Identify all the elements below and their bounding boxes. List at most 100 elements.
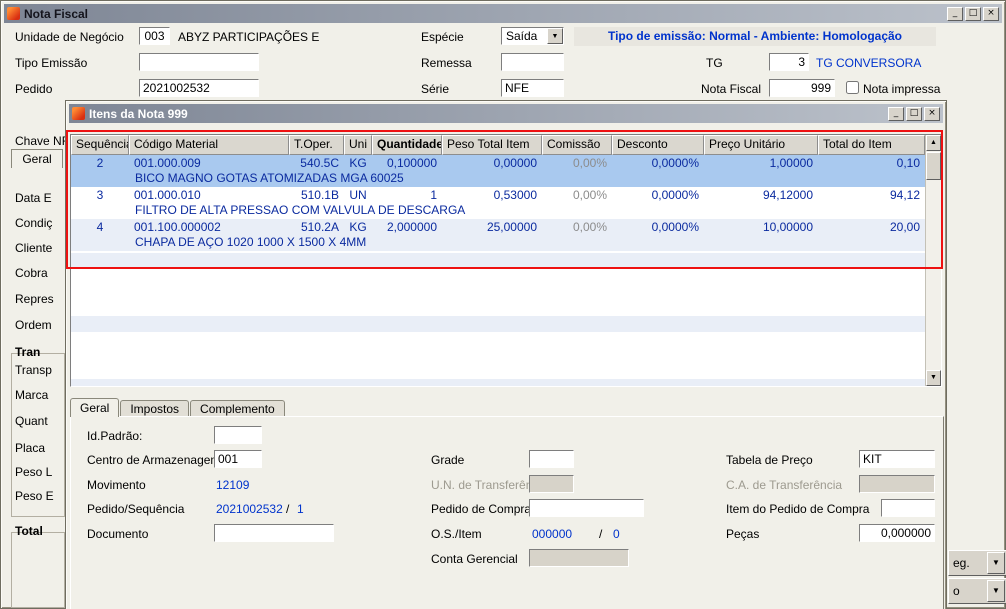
col-header-desconto[interactable]: Desconto [612, 135, 704, 155]
col-header-sequencia[interactable]: Sequência [71, 135, 129, 155]
cell-uni: KG [349, 156, 367, 170]
table-row[interactable]: 2 001.000.009 540.5C KG 0,100000 0,00000… [71, 155, 925, 187]
especie-select[interactable]: Saída ▼ [501, 27, 564, 45]
nota-impressa-checkbox[interactable] [846, 81, 859, 94]
totais-groupbox [11, 532, 65, 608]
close-icon[interactable]: × [983, 6, 999, 21]
cell-quantidade: 2,000000 [386, 220, 437, 234]
tab-impostos[interactable]: Impostos [120, 400, 190, 417]
unidade-negocio-input[interactable] [139, 27, 170, 45]
label-transportadora: Transp [15, 363, 52, 377]
items-titlebar[interactable]: Itens da Nota 999 _ □ × [69, 104, 943, 123]
os-num: 0 [613, 527, 620, 541]
scroll-down-icon[interactable]: ▼ [926, 370, 941, 386]
unidade-negocio-name: ABYZ PARTICIPAÇÕES E [178, 30, 320, 44]
cell-preco: 10,00000 [762, 220, 813, 234]
minimize-icon[interactable]: _ [947, 6, 963, 21]
bottom-split-button-1[interactable]: eg. ▼ [948, 550, 1006, 576]
cell-toper: 510.2A [300, 220, 339, 234]
nota-fiscal-label: Nota Fiscal [701, 82, 762, 96]
vertical-scrollbar[interactable]: ▲ ▼ [925, 135, 941, 386]
main-titlebar[interactable]: Nota Fiscal _ □ × [4, 4, 1002, 23]
movimento-label: Movimento [87, 478, 146, 492]
cell-descricao: BICO MAGNO GOTAS ATOMIZADAS MGA 60025 [135, 171, 404, 185]
serie-input[interactable] [501, 79, 564, 97]
cell-comissao: 0,00% [572, 156, 607, 170]
tab-geral[interactable]: Geral [70, 398, 120, 417]
remessa-input[interactable] [501, 53, 564, 71]
tg-label: TG [706, 56, 723, 70]
empty-rows-stripes [71, 253, 925, 386]
os-separator: / [599, 527, 603, 541]
chevron-down-icon[interactable]: ▼ [547, 28, 563, 44]
restore-icon[interactable]: □ [965, 6, 981, 21]
label-ordem: Ordem [15, 318, 52, 332]
col-header-codigo-material[interactable]: Código Material [129, 135, 289, 155]
cell-peso: 0,53000 [493, 188, 537, 202]
col-header-toper[interactable]: T.Oper. [289, 135, 344, 155]
tab-geral-main[interactable]: Geral [11, 149, 63, 168]
dropdown-arrow-icon[interactable]: ▼ [987, 580, 1005, 602]
table-row[interactable]: 4 001.100.000002 510.2A KG 2,000000 25,0… [71, 219, 925, 251]
movimento-value: 12109 [216, 478, 250, 492]
item-pedido-compra-label: Item do Pedido de Compra [726, 502, 870, 516]
cell-quantidade: 0,100000 [386, 156, 437, 170]
item-detail-tabs: Geral Impostos Complemento [70, 398, 286, 417]
ca-transferencia-label: C.A. de Transferência [726, 478, 843, 492]
cell-codigo: 001.000.009 [134, 156, 201, 170]
un-transferencia-input [529, 475, 574, 493]
label-condicao: Condiç [15, 216, 53, 230]
pedido-label: Pedido [15, 82, 53, 96]
table-row[interactable]: 3 001.000.010 510.1B UN 1 0,53000 0,00% … [71, 187, 925, 219]
cell-descricao: FILTRO DE ALTA PRESSAO COM VALVULA DE DE… [135, 203, 466, 217]
col-header-quantidade[interactable]: Quantidade [372, 135, 442, 155]
nota-fiscal-input[interactable] [769, 79, 835, 97]
cell-comissao: 0,00% [572, 188, 607, 202]
col-header-uni[interactable]: Uni [344, 135, 372, 155]
tabela-preco-input[interactable] [859, 450, 935, 468]
id-padrao-input[interactable] [214, 426, 262, 444]
documento-input[interactable] [214, 524, 334, 542]
pedido-compra-label: Pedido de Compra [431, 502, 532, 516]
scroll-up-icon[interactable]: ▲ [926, 135, 941, 151]
tipo-emissao-input[interactable] [139, 53, 259, 71]
label-peso-embalagem: Peso E [15, 489, 54, 503]
cell-preco: 94,12000 [762, 188, 813, 202]
pecas-input[interactable] [859, 524, 935, 542]
cell-desconto: 0,0000% [651, 220, 699, 234]
pedido-compra-input[interactable] [529, 499, 644, 517]
minimize-icon[interactable]: _ [888, 106, 904, 121]
scrollbar-thumb[interactable] [926, 152, 941, 180]
emission-banner: Tipo de emissão: Normal - Ambiente: Homo… [574, 27, 936, 46]
pedido-sequencia-label: Pedido/Sequência [87, 502, 185, 516]
chave-nf-label: Chave NF [15, 134, 70, 148]
items-window: Itens da Nota 999 _ □ × Sequência Código… [65, 100, 947, 609]
col-header-comissao[interactable]: Comissão [542, 135, 612, 155]
close-icon[interactable]: × [924, 106, 940, 121]
label-data-emissao: Data E [15, 191, 52, 205]
items-grid-header: Sequência Código Material T.Oper. Uni Qu… [71, 135, 925, 155]
dropdown-arrow-icon[interactable]: ▼ [987, 552, 1005, 574]
label-peso-liquido: Peso L [15, 465, 53, 479]
pedido-input[interactable] [139, 79, 259, 97]
cell-quantidade: 1 [430, 188, 437, 202]
tab-complemento[interactable]: Complemento [190, 400, 285, 417]
col-header-preco-unitario[interactable]: Preço Unitário [704, 135, 818, 155]
label-total: Total [15, 524, 43, 538]
centro-armazenagem-input[interactable] [214, 450, 262, 468]
items-window-title: Itens da Nota 999 [89, 106, 188, 121]
tg-input[interactable] [769, 53, 809, 71]
item-pedido-compra-input[interactable] [881, 499, 935, 517]
tabela-preco-label: Tabela de Preço [726, 453, 813, 467]
grade-input[interactable] [529, 450, 574, 468]
documento-label: Documento [87, 527, 149, 541]
pedido-sequencia-num: 1 [297, 502, 304, 516]
col-header-peso-total[interactable]: Peso Total Item [442, 135, 542, 155]
tg-name: TG CONVERSORA [816, 56, 922, 70]
bottom-split-button-2[interactable]: o ▼ [948, 578, 1006, 604]
especie-label: Espécie [421, 30, 464, 44]
label-quantidade: Quant [15, 414, 48, 428]
restore-icon[interactable]: □ [906, 106, 922, 121]
col-header-total-item[interactable]: Total do Item [818, 135, 925, 155]
pedido-sequencia-value: 2021002532 [216, 502, 283, 516]
